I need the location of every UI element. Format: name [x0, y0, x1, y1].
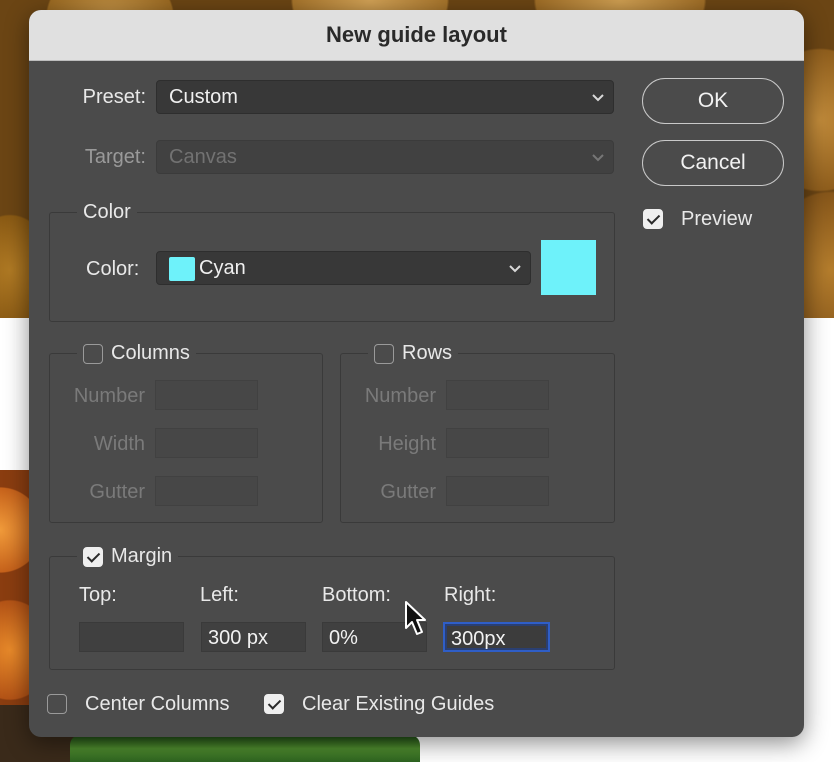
mouse-pointer-icon [405, 601, 426, 635]
rows-number-field [446, 380, 549, 410]
color-group-legend: Color [77, 201, 137, 224]
rows-height-label: Height [378, 433, 436, 455]
rows-number-label: Number [364, 385, 436, 407]
rows-gutter-field [446, 476, 549, 506]
margin-left-field[interactable]: 300 px [201, 622, 306, 652]
clear-existing-guides-label: Clear Existing Guides [302, 693, 495, 715]
center-columns-checkbox[interactable] [47, 694, 67, 714]
columns-checkbox[interactable] [83, 344, 103, 364]
preset-value: Custom [169, 86, 238, 108]
preview-label: Preview [681, 208, 753, 230]
margin-group [49, 556, 615, 670]
background-photo-bottom [70, 735, 420, 762]
cyan-swatch-icon [169, 257, 195, 281]
color-label: Color: [86, 258, 140, 280]
chevron-down-icon [508, 256, 522, 280]
dialog-title: New guide layout [29, 10, 804, 61]
columns-width-field [155, 428, 258, 458]
columns-number-label: Number [73, 385, 145, 407]
chevron-down-icon [591, 145, 605, 169]
margin-top-label: Top: [79, 584, 117, 606]
columns-gutter-field [155, 476, 258, 506]
target-label: Target: [84, 146, 146, 168]
preview-checkbox[interactable] [643, 209, 663, 229]
rows-checkbox[interactable] [374, 344, 394, 364]
center-columns-label: Center Columns [85, 693, 230, 715]
color-select[interactable]: Cyan [156, 251, 531, 285]
margin-checkbox[interactable] [83, 547, 103, 567]
margin-right-field[interactable]: 300px [443, 622, 550, 652]
rows-height-field [446, 428, 549, 458]
cancel-button[interactable]: Cancel [642, 140, 784, 186]
preset-label: Preset: [82, 86, 146, 108]
margin-bottom-label: Bottom: [322, 584, 391, 606]
chevron-down-icon [591, 85, 605, 109]
color-value: Cyan [199, 257, 246, 279]
target-select: Canvas [156, 140, 614, 174]
clear-existing-guides-checkbox[interactable] [264, 694, 284, 714]
margin-left-label: Left: [200, 584, 239, 606]
columns-gutter-label: Gutter [89, 481, 145, 503]
ok-button[interactable]: OK [642, 78, 784, 124]
rows-gutter-label: Gutter [380, 481, 436, 503]
margin-top-field[interactable] [79, 622, 184, 652]
columns-width-label: Width [93, 433, 145, 455]
target-value: Canvas [169, 146, 237, 168]
margin-right-label: Right: [444, 584, 497, 606]
columns-number-field [155, 380, 258, 410]
color-swatch-button[interactable] [541, 240, 596, 295]
preset-select[interactable]: Custom [156, 80, 614, 114]
